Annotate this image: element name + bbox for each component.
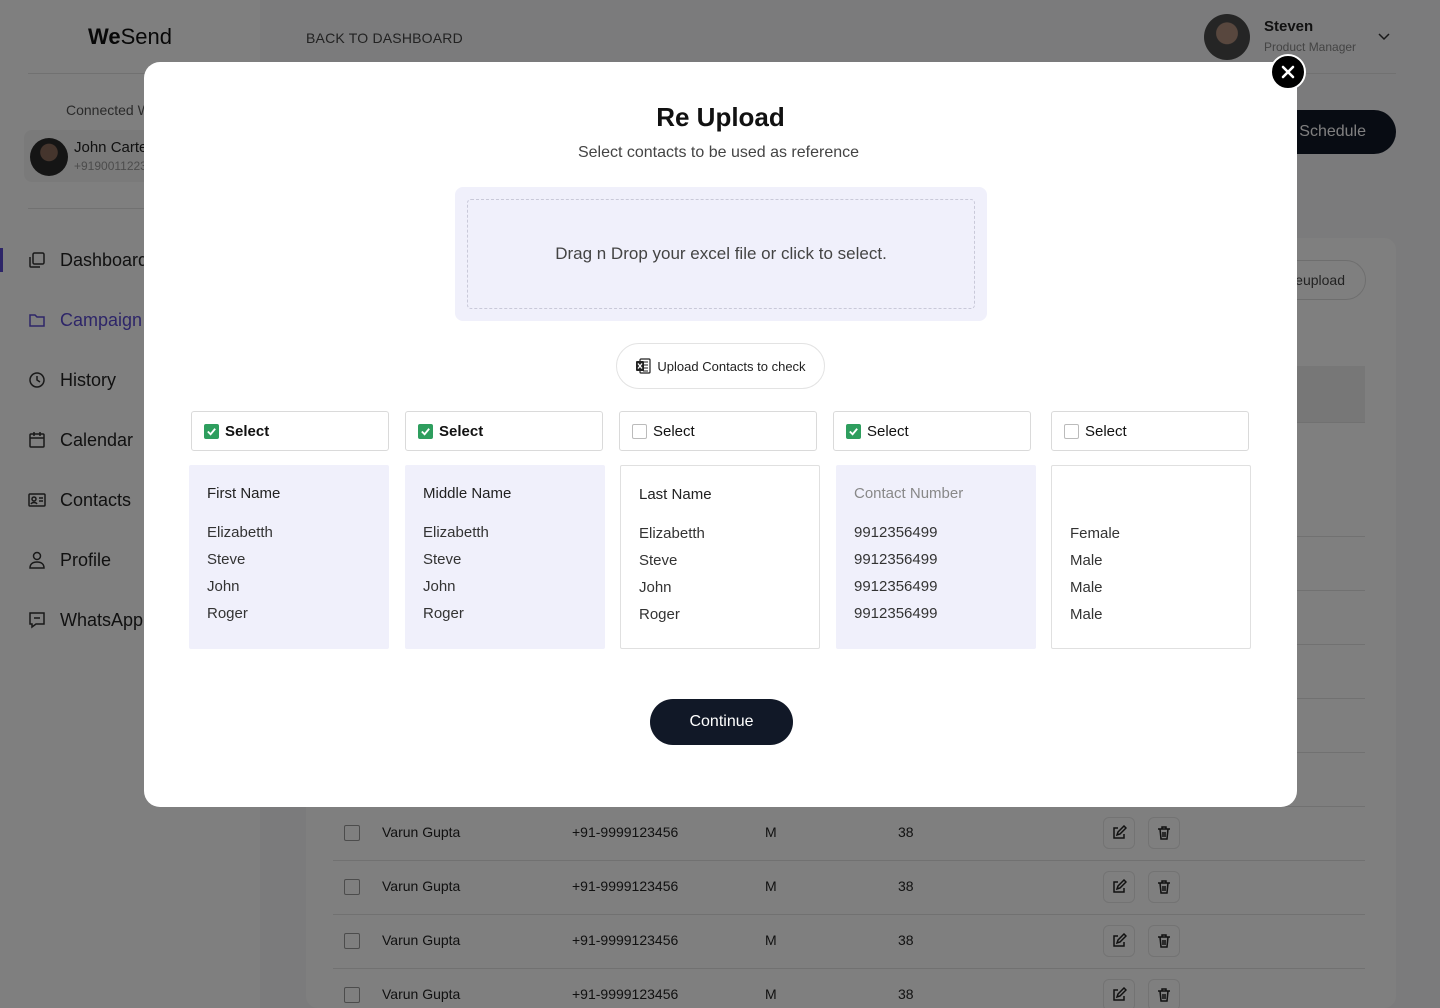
column-values: Elizabetth Steve John Roger: [639, 525, 705, 633]
column-value: 9912356499: [854, 578, 938, 595]
column-value: Elizabetth: [207, 524, 273, 541]
dropzone-container: Drag n Drop your excel file or click to …: [455, 187, 987, 321]
column-preview-first-name: First Name Elizabetth Steve John Roger: [189, 465, 389, 649]
checkbox[interactable]: [846, 423, 861, 439]
select-label: Select: [867, 422, 909, 440]
column-values: Female Male Male Male: [1070, 525, 1120, 633]
column-value: Steve: [423, 551, 462, 568]
column-value: Elizabetth: [423, 524, 489, 541]
upload-contacts-button[interactable]: Upload Contacts to check: [616, 343, 825, 389]
select-label: Select: [225, 422, 270, 440]
select-label: Select: [653, 422, 695, 440]
excel-icon: [636, 358, 652, 374]
check-icon: [849, 427, 858, 436]
column-select-first-name[interactable]: Select: [191, 411, 389, 451]
close-icon: [1281, 65, 1295, 79]
column-preview-middle-name: Middle Name Elizabetth Steve John Roger: [405, 465, 605, 649]
column-values: Elizabetth Steve John Roger: [423, 524, 489, 632]
modal-title: Re Upload: [656, 102, 785, 132]
check-icon: [421, 427, 430, 436]
column-select-last-name[interactable]: Select: [619, 411, 817, 451]
modal-subtitle: Select contacts to be used as reference: [577, 144, 860, 161]
column-value: Male: [1070, 552, 1103, 569]
select-label: Select: [1085, 422, 1127, 440]
column-value: Steve: [207, 551, 246, 568]
column-values: 9912356499 9912356499 9912356499 9912356…: [854, 524, 937, 632]
check-icon: [207, 427, 216, 436]
checkbox[interactable]: [632, 423, 647, 439]
column-value: 9912356499: [854, 605, 938, 622]
column-value: John: [423, 578, 456, 595]
column-header: Middle Name: [423, 485, 512, 502]
close-button[interactable]: [1270, 54, 1306, 90]
column-header: Last Name: [639, 486, 712, 503]
column-value: 9912356499: [854, 524, 938, 541]
column-value: Roger: [423, 605, 464, 622]
checkbox[interactable]: [418, 423, 433, 439]
column-value: Elizabetth: [639, 525, 705, 542]
checkbox[interactable]: [1064, 423, 1079, 439]
column-value: Female: [1070, 525, 1121, 542]
continue-button[interactable]: Continue: [650, 699, 793, 745]
checkbox[interactable]: [204, 423, 219, 439]
column-select-middle-name[interactable]: Select: [405, 411, 603, 451]
column-select-contact-number[interactable]: Select: [833, 411, 1031, 451]
column-preview-last-name: Last Name Elizabetth Steve John Roger: [620, 465, 820, 649]
column-preview-gender: Female Male Male Male: [1051, 465, 1251, 649]
column-preview-contact-number: Contact Number 9912356499 9912356499 991…: [836, 465, 1036, 649]
column-value: Male: [1070, 606, 1103, 623]
select-label: Select: [439, 422, 484, 440]
column-value: Steve: [639, 552, 678, 569]
column-value: Male: [1070, 579, 1103, 596]
file-dropzone[interactable]: Drag n Drop your excel file or click to …: [467, 199, 975, 309]
column-value: John: [639, 579, 672, 596]
column-header: Contact Number: [854, 485, 964, 502]
column-value: John: [207, 578, 240, 595]
column-value: Roger: [207, 605, 248, 622]
column-header: First Name: [207, 485, 281, 502]
column-values: Elizabetth Steve John Roger: [207, 524, 273, 632]
column-value: Roger: [639, 606, 680, 623]
upload-contacts-label: Upload Contacts to check: [657, 358, 806, 374]
column-select-gender[interactable]: Select: [1051, 411, 1249, 451]
column-value: 9912356499: [854, 551, 938, 568]
reupload-modal: Re Upload Select contacts to be used as …: [144, 54, 1306, 807]
